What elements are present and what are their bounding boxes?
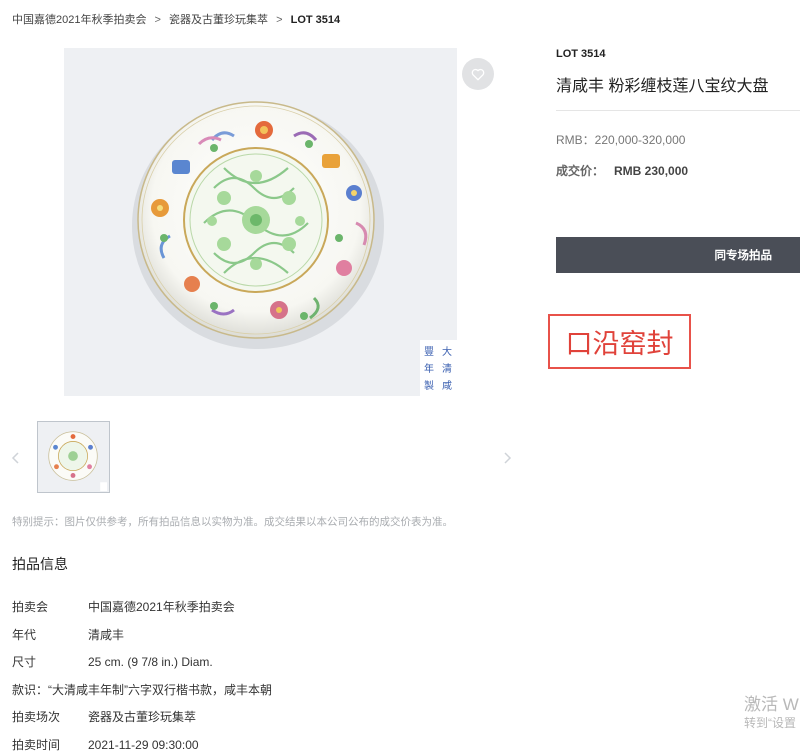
breadcrumb-link-session[interactable]: 瓷器及古董珍玩集萃 [169,14,268,26]
reign-mark: 大 清 咸 豐 年 製 [420,344,456,396]
info-key: 尺寸 [12,655,37,669]
lot-info-heading: 拍品信息 [12,556,68,572]
plate-thumbnail [48,431,108,492]
reign-mark-char: 年 [424,364,434,375]
reign-mark-char: 清 [442,364,452,375]
info-key: 拍卖会 [12,600,49,614]
chevron-right-icon [504,452,512,464]
info-value: 清咸丰 [88,628,125,642]
sold-price-value: RMB 230,000 [614,164,689,178]
activation-watermark-subtext: 转到“设置 [744,716,796,730]
info-row-mark: 款识：“大清咸丰年制”六字双行楷书款，咸丰本朝 [12,681,272,698]
carousel-next-button[interactable] [500,449,514,467]
lot-number: LOT 3514 [556,48,606,60]
reign-mark-char: 豐 [424,347,434,358]
breadcrumb: 中国嘉德2021年秋季拍卖会 > 瓷器及古董珍玩集萃 > LOT 3514 [12,11,340,27]
info-row-size: 尺寸 25 cm. (9 7/8 in.) Diam. [12,653,213,670]
info-value: 中国嘉德2021年秋季拍卖会 [88,600,235,614]
activation-watermark: 激活 W [744,695,799,714]
sold-price: 成交价： RMB 230,000 [556,162,688,179]
info-row-auction: 拍卖会 中国嘉德2021年秋季拍卖会 [12,598,235,615]
estimate-price: RMB：220,000-320,000 [556,133,686,147]
porcelain-plate-illustration [132,101,457,396]
info-key: 拍卖场次 [12,710,61,724]
lot-title: 清咸丰 粉彩缠枝莲八宝纹大盘 [556,78,769,95]
annotation-label: 口沿窑封 [548,314,691,369]
info-value: 2021-11-29 09:30:00 [88,738,199,752]
breadcrumb-link-auction[interactable]: 中国嘉德2021年秋季拍卖会 [12,14,146,26]
heart-outline-icon [471,68,485,80]
carousel-prev-button[interactable] [9,449,23,467]
favorite-button[interactable] [462,58,494,90]
breadcrumb-separator: > [276,14,283,26]
chevron-left-icon [11,452,19,464]
info-key: 拍卖时间 [12,738,61,752]
reign-mark-char: 大 [442,347,452,358]
breadcrumb-current: LOT 3514 [290,14,341,26]
info-value: 款识：“大清咸丰年制”六字双行楷书款，咸丰本朝 [12,683,272,697]
info-key: 年代 [12,628,37,642]
same-session-lots-button[interactable]: 同专场拍品 [556,237,800,273]
info-value: 25 cm. (9 7/8 in.) Diam. [88,655,213,669]
info-row-session: 拍卖场次 瓷器及古董珍玩集萃 [12,708,196,725]
reign-mark-char: 咸 [442,381,452,392]
divider [556,110,800,111]
reign-mark-char: 製 [424,381,434,392]
breadcrumb-separator: > [154,14,161,26]
info-row-time: 拍卖时间 2021-11-29 09:30:00 [12,736,199,753]
sold-price-label: 成交价： [556,164,605,178]
info-row-period: 年代 清咸丰 [12,626,124,643]
thumbnail-image[interactable] [37,421,110,493]
main-product-image[interactable]: 大 清 咸 豐 年 製 [64,48,457,396]
image-disclaimer: 特别提示：图片仅供参考，所有拍品信息以实物为准。成交结果以本公司公布的成交价表为… [12,516,453,528]
info-value: 瓷器及古董珍玩集萃 [88,710,197,724]
